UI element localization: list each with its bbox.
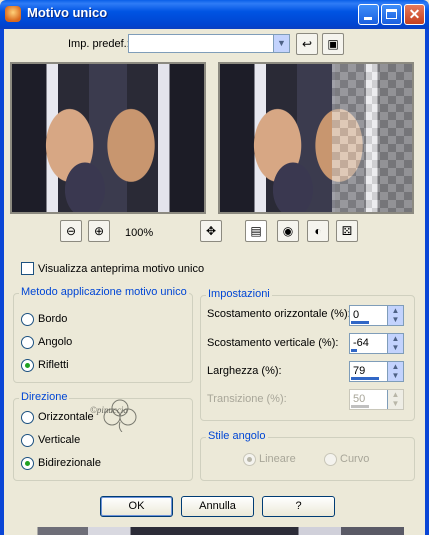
transparency-checker <box>332 64 412 212</box>
preview-tile-checkbox[interactable] <box>21 262 34 275</box>
minimize-button[interactable] <box>358 4 379 25</box>
close-icon: ✕ <box>408 6 421 22</box>
transition-bar <box>351 405 369 408</box>
offset-h-bar <box>351 321 369 324</box>
title-bar[interactable]: Motivo unico ✕ <box>0 0 429 29</box>
proof-button[interactable]: ▤ <box>245 220 267 242</box>
transition-value: 50 <box>353 393 366 405</box>
window-title: Motivo unico <box>27 5 108 20</box>
zoom-out-button[interactable]: ⊖ <box>60 220 82 242</box>
width-input[interactable]: 79 ▲ ▼ <box>349 361 404 382</box>
maximize-button[interactable] <box>381 4 402 25</box>
original-preview[interactable] <box>10 62 206 214</box>
move-icon: ✥ <box>205 224 217 238</box>
radio-orizzontale-label: Orizzontale <box>38 411 94 423</box>
result-preview[interactable] <box>218 62 414 214</box>
preset-label: Imp. predef.: <box>68 38 130 50</box>
spin-arrows-icon[interactable]: ▲ ▼ <box>387 362 403 381</box>
radio-rifletti-label: Rifletti <box>38 359 69 371</box>
direzione-legend: Direzione <box>19 391 70 403</box>
watermark-text: ©pinuccia <box>90 405 128 415</box>
radio-lineare <box>243 453 256 466</box>
metodo-legend: Metodo applicazione motivo unico <box>19 286 189 298</box>
eye-icon: ◐ <box>314 224 322 238</box>
radio-orizzontale[interactable] <box>21 411 34 424</box>
eye-lock-icon: ◉ <box>282 224 294 238</box>
save-preset-button[interactable]: ▣ <box>322 33 344 55</box>
watermark-flower <box>103 399 137 433</box>
spin-arrows-icon: ▲ ▼ <box>387 390 403 409</box>
background-canvas-strip <box>4 527 425 535</box>
zoom-level: 100% <box>125 227 154 239</box>
radio-bidirezionale[interactable] <box>21 457 34 470</box>
app-icon <box>5 6 21 22</box>
offset-h-input[interactable]: 0 ▲ ▼ <box>349 305 404 326</box>
stile-angolo-group: Stile angolo <box>200 430 415 481</box>
radio-bidirezionale-label: Bidirezionale <box>38 457 101 469</box>
maximize-icon <box>386 9 397 19</box>
preview-toggle-icon: ▤ <box>250 224 262 238</box>
reset-preset-button[interactable]: ↩ <box>296 33 318 55</box>
pan-button[interactable]: ✥ <box>200 220 222 242</box>
offset-v-value: -64 <box>353 337 369 349</box>
show-preview-button[interactable]: ◐ <box>307 220 329 242</box>
radio-rifletti[interactable] <box>21 359 34 372</box>
width-label: Larghezza (%): <box>207 365 282 377</box>
preview-tile-label: Visualizza anteprima motivo unico <box>38 263 205 275</box>
window-frame-left <box>0 29 4 535</box>
help-button[interactable]: ? <box>262 496 335 517</box>
spin-arrows-icon[interactable]: ▲ ▼ <box>387 306 403 325</box>
offset-v-bar <box>351 349 357 352</box>
radio-bordo[interactable] <box>21 313 34 326</box>
radio-curvo <box>324 453 337 466</box>
transition-input: 50 ▲ ▼ <box>349 389 404 410</box>
auto-proof-button[interactable]: ◉ <box>277 220 299 242</box>
stile-angolo-legend: Stile angolo <box>206 430 268 442</box>
undo-arrow-icon: ↩ <box>301 37 313 51</box>
close-button[interactable]: ✕ <box>404 4 425 25</box>
cancel-button[interactable]: Annulla <box>181 496 254 517</box>
radio-verticale-label: Verticale <box>38 434 81 446</box>
dice-icon: ⚄ <box>341 224 353 238</box>
width-value: 79 <box>353 365 366 377</box>
original-preview-image <box>12 64 204 212</box>
offset-v-input[interactable]: -64 ▲ ▼ <box>349 333 404 354</box>
window-frame-right <box>425 29 429 535</box>
floppy-disk-icon: ▣ <box>327 37 339 51</box>
ok-button[interactable]: OK <box>100 496 173 517</box>
watermark-logo: ©pinuccia <box>90 398 150 433</box>
preset-dropdown[interactable]: ▼ <box>128 34 290 53</box>
radio-bordo-label: Bordo <box>38 313 68 325</box>
radio-angolo[interactable] <box>21 336 34 349</box>
transition-label: Transizione (%): <box>207 393 287 405</box>
spin-arrows-icon[interactable]: ▲ ▼ <box>387 334 403 353</box>
chevron-down-icon[interactable]: ▼ <box>273 35 289 52</box>
radio-curvo-label: Curvo <box>340 453 370 465</box>
zoom-in-icon: ⊕ <box>93 224 105 238</box>
zoom-in-button[interactable]: ⊕ <box>88 220 110 242</box>
impostazioni-legend: Impostazioni <box>206 288 272 300</box>
offset-h-label: Scostamento orizzontale (%): <box>207 308 351 320</box>
radio-angolo-label: Angolo <box>38 336 73 348</box>
minimize-icon <box>364 17 372 20</box>
width-bar <box>351 377 379 380</box>
randomize-button[interactable]: ⚄ <box>336 220 358 242</box>
offset-h-value: 0 <box>353 309 360 321</box>
offset-v-label: Scostamento verticale (%): <box>207 337 339 349</box>
radio-verticale[interactable] <box>21 434 34 447</box>
zoom-out-icon: ⊖ <box>65 224 77 238</box>
radio-lineare-label: Lineare <box>259 453 296 465</box>
